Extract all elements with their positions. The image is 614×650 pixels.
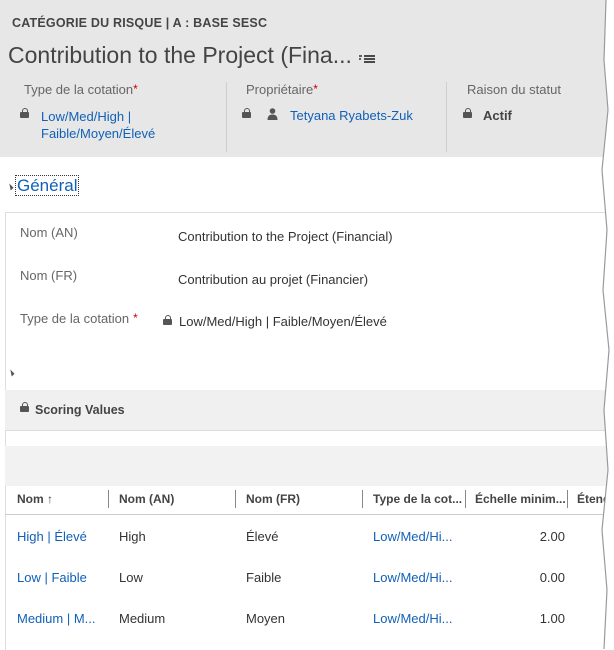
cell-echelle-min: 2.00 <box>539 529 565 544</box>
field-value-type-cotation[interactable]: Low/Med/High | Faible/Moyen/Élevé <box>179 314 387 329</box>
user-icon <box>267 108 278 120</box>
type-cotation-link[interactable]: Low/Med/High | Faible/Moyen/Élevé <box>41 108 155 142</box>
cell-type-cotation-link[interactable]: Low/Med/Hi... <box>373 611 452 626</box>
column-header-nom-fr[interactable]: Nom (FR) <box>246 492 300 506</box>
cell-echelle-min: 0.00 <box>539 570 565 585</box>
cell-echelle-min: 1.00 <box>539 611 565 626</box>
subsection-collapse-icon[interactable] <box>7 364 15 382</box>
header-divider <box>446 82 447 152</box>
cell-type-cotation-link[interactable]: Low/Med/Hi... <box>373 570 452 585</box>
required-marker: * <box>313 82 318 96</box>
column-divider[interactable] <box>465 490 466 508</box>
cell-nom-an: Medium <box>119 611 166 626</box>
lock-icon <box>20 108 29 118</box>
owner-link[interactable]: Tetyana Ryabets-Zuk <box>290 108 413 123</box>
row-name-link[interactable]: Low | Faible <box>17 570 87 585</box>
header-field-status-reason: Raison du statut Actif <box>463 82 607 152</box>
header-field-type-cotation: Type de la cotation* Low/Med/High | Faib… <box>20 82 224 152</box>
section-title-general[interactable]: Général <box>6 175 80 196</box>
lock-icon <box>463 108 472 118</box>
field-value-nom-fr[interactable]: Contribution au projet (Financier) <box>178 272 368 287</box>
field-value-nom-an[interactable]: Contribution to the Project (Financial) <box>178 229 393 244</box>
column-header-type-cotation[interactable]: Type de la cot... <box>373 492 462 506</box>
column-divider[interactable] <box>108 490 109 508</box>
record-title: Contribution to the Project (Fina... <box>8 42 352 68</box>
lock-icon <box>242 108 251 118</box>
field-label-nom-fr: Nom (FR) <box>20 268 78 283</box>
header-field-owner: Propriétaire* Tetyana Ryabets-Zuk <box>242 82 446 152</box>
header-divider <box>226 82 227 152</box>
field-label-type-cotation: Type de la cotation * <box>20 311 138 326</box>
status-reason-value: Actif <box>483 108 512 123</box>
grid-header-divider <box>5 514 614 515</box>
field-label: Type de la cotation <box>24 82 134 97</box>
cell-type-cotation-link[interactable]: Low/Med/Hi... <box>373 529 452 544</box>
subgrid-title: Scoring Values <box>35 403 125 417</box>
collapse-triangle-icon <box>6 182 14 191</box>
cell-nom-fr: Faible <box>246 570 282 585</box>
column-divider[interactable] <box>362 490 363 508</box>
list-menu-icon[interactable] <box>358 52 376 66</box>
column-header-nom[interactable]: Nom ↑ <box>17 492 53 506</box>
cell-nom-fr: Élevé <box>246 529 279 544</box>
subgrid-header: Scoring Values <box>5 390 614 431</box>
field-label-nom-an: Nom (AN) <box>20 225 78 240</box>
column-divider[interactable] <box>567 490 568 508</box>
field-label: Propriétaire <box>246 82 314 97</box>
field-label: Raison du statut <box>467 82 561 97</box>
column-divider[interactable] <box>235 490 236 508</box>
column-header-echelle-min[interactable]: Échelle minim... <box>475 492 566 506</box>
subgrid-toolbar <box>5 446 614 486</box>
row-name-link[interactable]: Medium | M... <box>17 611 96 626</box>
cell-nom-an: High <box>119 529 146 544</box>
lock-icon <box>163 315 172 325</box>
entity-label: CATÉGORIE DU RISQUE | A : BASE SESC <box>12 16 268 30</box>
row-name-link[interactable]: High | Élevé <box>17 529 87 544</box>
torn-edge <box>601 0 614 649</box>
required-marker: * <box>133 311 138 325</box>
cell-nom-fr: Moyen <box>246 611 286 626</box>
column-header-nom-an[interactable]: Nom (AN) <box>119 492 174 506</box>
cell-nom-an: Low <box>119 570 143 585</box>
required-marker: * <box>133 82 138 96</box>
lock-icon <box>20 402 29 412</box>
